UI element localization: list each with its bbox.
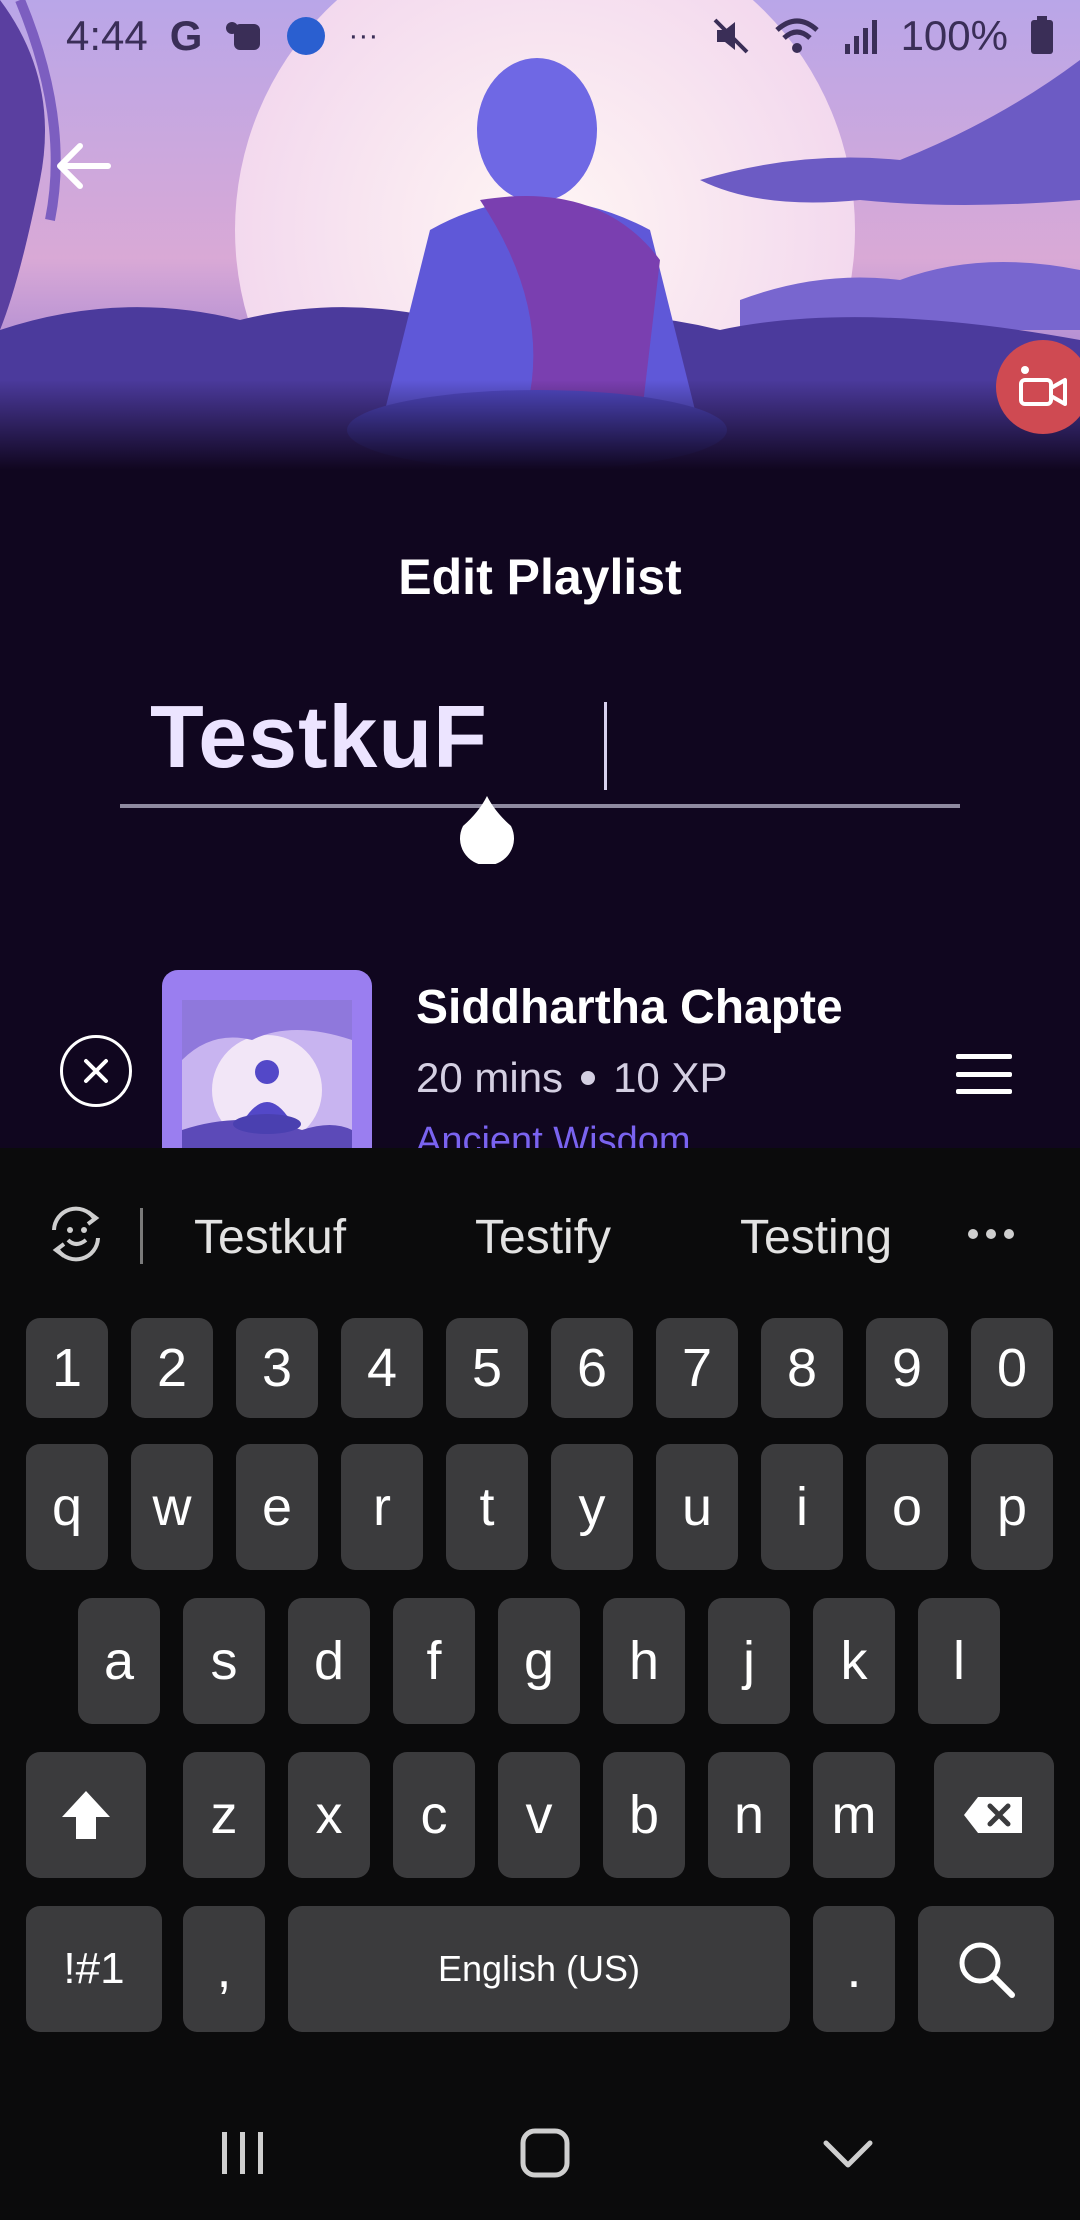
backspace-key[interactable]: [934, 1752, 1054, 1878]
hide-keyboard-button[interactable]: [808, 2118, 888, 2188]
key-v[interactable]: v: [498, 1752, 580, 1878]
symbols-key[interactable]: !#1: [26, 1906, 162, 2032]
emoji-icon[interactable]: [44, 1202, 108, 1266]
cursor-handle[interactable]: [455, 792, 519, 866]
signal-icon: [843, 16, 879, 56]
key-8[interactable]: 8: [761, 1318, 843, 1418]
track-xp: 10 XP: [613, 1054, 728, 1101]
key-p[interactable]: p: [971, 1444, 1053, 1570]
track-thumbnail: [162, 970, 372, 1170]
key-i[interactable]: i: [761, 1444, 843, 1570]
key-z[interactable]: z: [183, 1752, 265, 1878]
page-title: Edit Playlist: [398, 549, 682, 605]
key-k[interactable]: k: [813, 1598, 895, 1724]
key-b[interactable]: b: [603, 1752, 685, 1878]
suggestion-1[interactable]: Testkuf: [194, 1210, 346, 1265]
suggestion-divider: [140, 1208, 143, 1264]
key-2[interactable]: 2: [131, 1318, 213, 1418]
key-5[interactable]: 5: [446, 1318, 528, 1418]
input-underline: [120, 804, 960, 808]
track-meta: 20 mins 10 XP: [416, 1054, 727, 1102]
playlist-track-row[interactable]: Siddhartha Chapte 20 mins 10 XP Ancient …: [0, 960, 1080, 1170]
key-w[interactable]: w: [131, 1444, 213, 1570]
comma-key[interactable]: ,: [183, 1906, 265, 2032]
recents-icon: [222, 2132, 263, 2174]
teams-icon: [224, 18, 264, 54]
key-s[interactable]: s: [183, 1598, 265, 1724]
google-icon: G: [169, 12, 203, 59]
key-6[interactable]: 6: [551, 1318, 633, 1418]
suggestion-2[interactable]: Testify: [475, 1210, 611, 1265]
key-f[interactable]: f: [393, 1598, 475, 1724]
key-j[interactable]: j: [708, 1598, 790, 1724]
text-caret: [604, 702, 607, 790]
wifi-icon: [773, 16, 821, 56]
suggestion-3[interactable]: Testing: [740, 1210, 892, 1265]
key-4[interactable]: 4: [341, 1318, 423, 1418]
home-icon: [520, 2128, 570, 2178]
shift-arrow-icon: [62, 1791, 110, 1839]
track-title: Siddhartha Chapte: [416, 981, 843, 1034]
back-button[interactable]: [46, 130, 118, 202]
drag-handle-icon[interactable]: [956, 1054, 1012, 1094]
key-o[interactable]: o: [866, 1444, 948, 1570]
key-t[interactable]: t: [446, 1444, 528, 1570]
key-n[interactable]: n: [708, 1752, 790, 1878]
backspace-icon: [964, 1797, 1022, 1833]
key-y[interactable]: y: [551, 1444, 633, 1570]
status-time: 4:44: [66, 12, 148, 59]
mute-icon: [711, 16, 751, 56]
key-a[interactable]: a: [78, 1598, 160, 1724]
suggestion-bar: Testkuf Testify Testing: [0, 1148, 1080, 1320]
playlist-name-input[interactable]: TestkuF: [120, 672, 960, 800]
key-u[interactable]: u: [656, 1444, 738, 1570]
shift-key[interactable]: [26, 1752, 146, 1878]
search-icon: [959, 1942, 1015, 1998]
status-overflow: ···: [348, 19, 379, 52]
battery-icon: [1030, 16, 1054, 56]
key-r[interactable]: r: [341, 1444, 423, 1570]
screen-record-button[interactable]: [996, 340, 1080, 434]
hero-illustration: 4:44 G ··· 100%: [0, 0, 1080, 470]
playlist-name-value: TestkuF: [150, 687, 488, 786]
remove-track-button[interactable]: [60, 1035, 132, 1107]
key-9[interactable]: 9: [866, 1318, 948, 1418]
arrow-left-icon: [57, 143, 111, 189]
meta-separator-dot: [581, 1071, 596, 1085]
system-nav-bar: [0, 2080, 1080, 2220]
app-icon: [286, 16, 326, 56]
key-q[interactable]: q: [26, 1444, 108, 1570]
key-l[interactable]: l: [918, 1598, 1000, 1724]
key-h[interactable]: h: [603, 1598, 685, 1724]
key-1[interactable]: 1: [26, 1318, 108, 1418]
soft-keyboard: Testkuf Testify Testing 1 2 3 4 5 6 7 8 …: [0, 1148, 1080, 2220]
key-m[interactable]: m: [813, 1752, 895, 1878]
key-d[interactable]: d: [288, 1598, 370, 1724]
key-c[interactable]: c: [393, 1752, 475, 1878]
close-icon: [84, 1059, 108, 1083]
key-x[interactable]: x: [288, 1752, 370, 1878]
space-key[interactable]: English (US): [288, 1906, 790, 2032]
battery-percent: 100%: [900, 12, 1008, 59]
period-key[interactable]: .: [813, 1906, 895, 2032]
track-duration: 20 mins: [416, 1054, 564, 1101]
key-3[interactable]: 3: [236, 1318, 318, 1418]
status-bar: 4:44 G ··· 100%: [0, 0, 1080, 72]
key-7[interactable]: 7: [656, 1318, 738, 1418]
more-options-button[interactable]: [968, 1220, 1028, 1248]
chevron-down-icon: [823, 2140, 873, 2168]
key-0[interactable]: 0: [971, 1318, 1053, 1418]
recents-button[interactable]: [203, 2118, 283, 2188]
key-e[interactable]: e: [236, 1444, 318, 1570]
search-key[interactable]: [918, 1906, 1054, 2032]
home-button[interactable]: [505, 2118, 585, 2188]
video-record-icon: [1019, 366, 1067, 406]
key-g[interactable]: g: [498, 1598, 580, 1724]
